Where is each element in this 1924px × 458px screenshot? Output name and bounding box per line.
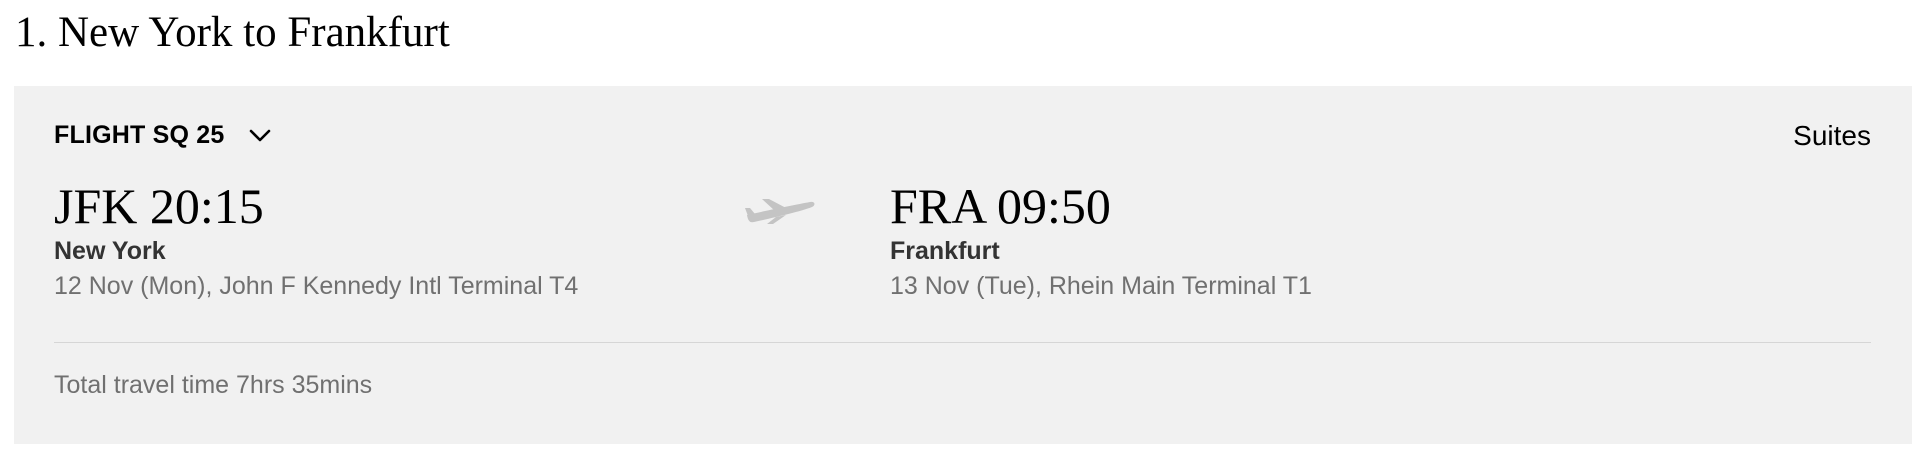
flight-number: FLIGHT SQ 25 (54, 121, 225, 149)
arrival-time: FRA 09:50 (890, 178, 1111, 234)
departure-info: JFK 20:15 New York 12 Nov (Mon), John F … (54, 178, 578, 301)
arrival-detail: 13 Nov (Tue), Rhein Main Terminal T1 (890, 272, 1312, 300)
leg-title: 1. New York to Frankfurt (15, 9, 450, 56)
flight-details-toggle[interactable]: FLIGHT SQ 25 (54, 120, 272, 150)
departure-detail: 12 Nov (Mon), John F Kennedy Intl Termin… (54, 272, 579, 300)
chevron-down-icon[interactable] (248, 127, 272, 143)
arrival-city: Frankfurt (890, 237, 1000, 265)
divider (54, 342, 1871, 343)
airplane-icon (745, 199, 815, 224)
flight-card: FLIGHT SQ 25 Suites JFK 20:15 New York 1… (14, 86, 1912, 444)
arrival-info: FRA 09:50 Frankfurt 13 Nov (Tue), Rhein … (890, 178, 1312, 301)
departure-city: New York (54, 237, 166, 265)
cabin-class: Suites (1793, 120, 1871, 151)
departure-time: JFK 20:15 (54, 178, 264, 234)
total-travel-time: Total travel time 7hrs 35mins (54, 371, 373, 399)
